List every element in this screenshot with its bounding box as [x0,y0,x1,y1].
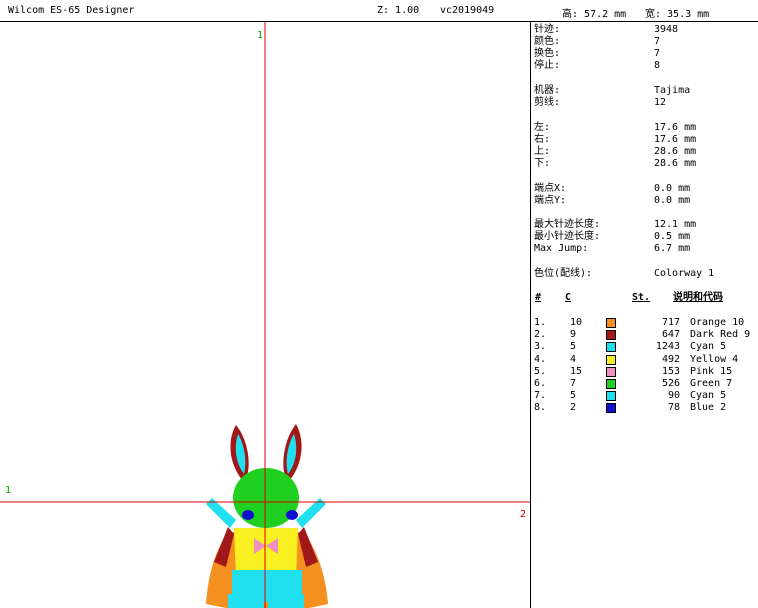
row-number: 6. [534,378,547,389]
row-stitches: 153 [661,365,680,377]
row-code: 10 [570,317,583,328]
row-stitches: 90 [667,390,680,402]
row-code: 4 [570,353,577,365]
header-num: # [535,292,542,303]
row-number: 5. [534,365,547,377]
header-stitches: St. [632,292,651,303]
row-code: 5 [570,390,577,402]
right-leg [268,594,304,608]
row-description: Cyan 5 [690,341,727,353]
row-description: Orange 10 [690,317,745,328]
color-swatch [606,403,616,414]
row-number: 4. [534,353,547,365]
color-swatch [606,391,616,402]
stat-color-changes: 换色: 7 [534,48,661,59]
row-code: 5 [570,341,577,353]
axis-label-top: 1 [257,30,264,41]
color-swatch [606,330,616,341]
row-stitches: 492 [661,353,680,365]
color-row[interactable]: 3. 5 1243 Cyan 5 [534,341,758,353]
row-code: 7 [570,378,577,389]
stat-stops: 停止: 8 [534,60,661,71]
left-leg [228,594,264,608]
color-swatch [606,318,616,328]
color-swatch [606,354,616,365]
row-description: Green 7 [690,378,733,389]
color-row[interactable]: 7. 5 90 Cyan 5 [534,390,758,402]
row-stitches: 1243 [655,341,680,353]
row-code: 2 [570,402,577,414]
row-number: 8. [534,402,547,414]
design-height: 高: 57.2 mm [562,9,627,20]
stat-machine: 机器: Tajima [534,85,691,96]
color-row[interactable]: 5. 15 153 Pink 15 [534,366,758,378]
row-number: 3. [534,341,547,353]
row-description: Blue 2 [690,402,727,414]
row-stitches: 717 [661,317,680,328]
embroidery-design [0,22,530,608]
design-name: vc2019049 [440,5,495,16]
color-row[interactable]: 1. 10 717 Orange 10 [534,317,758,329]
row-description: Pink 15 [690,365,733,377]
stat-end-x: 端点X: 0.0 mm [534,183,691,194]
zoom-readout: Z: 1.00 [377,5,420,16]
color-row[interactable]: 6. 7 526 Green 7 [534,378,758,390]
right-eye [286,510,298,520]
stat-stitches: 针迹: 3948 [534,24,679,35]
stat-max-jump: Max Jump: 6.7 mm [534,243,691,254]
axis-label-left: 1 [5,485,12,496]
stat-left: 左: 17.6 mm [534,122,697,133]
color-row[interactable]: 8. 2 78 Blue 2 [534,402,758,414]
row-code: 9 [570,329,577,341]
left-eye [242,510,254,520]
stat-colorway: 色位(配线): Colorway 1 [534,268,715,279]
app-title: Wilcom ES-65 Designer [8,5,135,16]
design-canvas[interactable]: 1 1 2 [0,22,531,608]
stat-top: 上: 28.6 mm [534,146,697,157]
color-swatch [606,342,616,353]
axis-label-right: 2 [520,509,527,520]
color-row[interactable]: 2. 9 647 Dark Red 9 [534,329,758,341]
color-swatch [606,379,616,389]
design-width: 宽: 35.3 mm [645,9,710,20]
color-swatch [606,366,616,377]
stat-right: 右: 17.6 mm [534,134,697,145]
row-stitches: 526 [661,378,680,389]
stat-colors: 颜色: 7 [534,36,661,47]
header-description: 说明和代码 [673,292,723,303]
row-description: Cyan 5 [690,390,727,402]
row-number: 2. [534,329,547,341]
stat-trims: 剪线: 12 [534,97,667,108]
header-code: C [565,292,572,303]
stat-min-stitch: 最小针迹长度: 0.5 mm [534,231,691,242]
row-description: Dark Red 9 [690,329,751,341]
row-code: 15 [570,365,583,377]
stat-end-y: 端点Y: 0.0 mm [534,195,691,206]
row-number: 7. [534,390,547,402]
row-description: Yellow 4 [690,353,739,365]
row-number: 1. [534,317,547,328]
color-row[interactable]: 4. 4 492 Yellow 4 [534,354,758,366]
row-stitches: 647 [661,329,680,341]
stat-max-stitch: 最大针迹长度: 12.1 mm [534,219,697,230]
row-stitches: 78 [667,402,680,414]
stat-bottom: 下: 28.6 mm [534,158,697,169]
design-info-panel: 针迹: 3948 颜色: 7 换色: 7 停止: 8 机器: Tajima 剪线: 12 左… [534,22,758,608]
title-bar: Wilcom ES-65 Designer Z: 1.00 vc2019049 … [0,0,758,22]
